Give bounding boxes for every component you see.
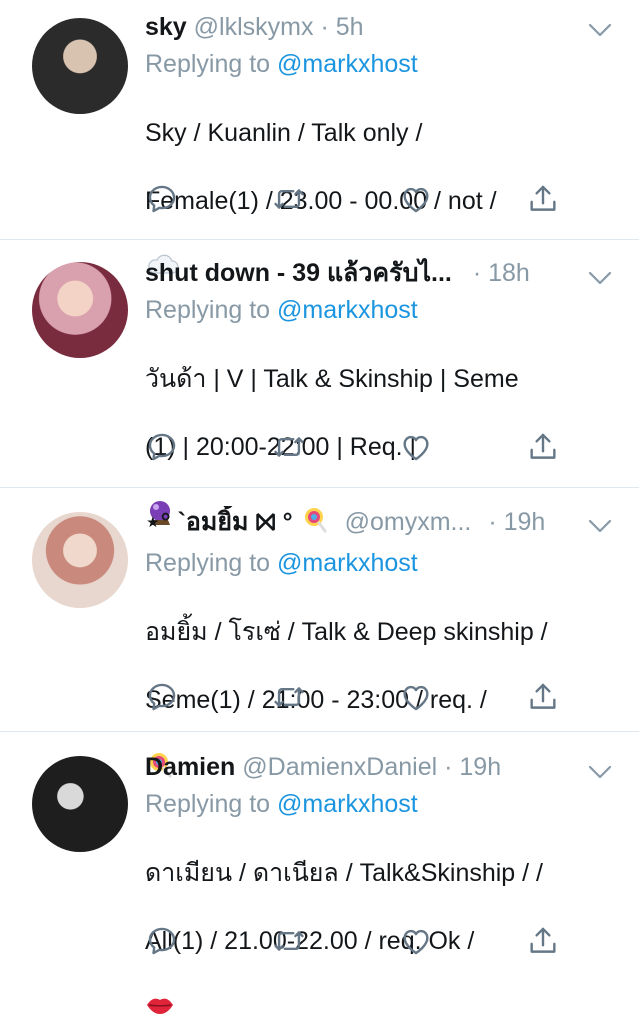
replying-to-label: Replying to xyxy=(145,549,271,577)
replying-to-label: Replying to xyxy=(145,50,271,78)
lollipop-emoji-icon xyxy=(300,506,328,541)
timestamp[interactable]: 19h xyxy=(459,753,501,781)
timestamp[interactable]: 5h xyxy=(336,13,364,41)
tweet-2[interactable]: shut down - 39 แล้วครับไ... · 18h Replyi… xyxy=(0,240,639,525)
retweet-icon[interactable] xyxy=(272,182,312,222)
author-name[interactable]: shut down - 39 แล้วครับไ... xyxy=(145,259,452,287)
share-icon[interactable] xyxy=(526,680,566,720)
author-name[interactable]: sky xyxy=(145,13,187,41)
like-icon[interactable] xyxy=(399,924,439,964)
tweet-text-line-1: อมยิ้ม / โรเซ่ / Talk & Deep skinship / xyxy=(145,618,548,646)
tweet-text-line-1: Sky / Kuanlin / Talk only / xyxy=(145,119,423,147)
author-handle[interactable]: @lklskymx xyxy=(194,13,314,41)
reply-mention-link[interactable]: @markxhost xyxy=(277,50,418,78)
author-name[interactable]: Damien xyxy=(145,753,235,781)
separator-dot: · xyxy=(488,508,497,536)
retweet-icon[interactable] xyxy=(272,924,312,964)
tweet-1[interactable]: sky @lklskymx · 5h Replying to @markxhos… xyxy=(0,0,639,274)
retweet-icon[interactable] xyxy=(272,680,312,720)
avatar[interactable] xyxy=(32,262,128,358)
share-icon[interactable] xyxy=(526,430,566,470)
separator-dot: · xyxy=(472,259,482,287)
avatar[interactable] xyxy=(32,756,128,852)
replying-to-label: Replying to xyxy=(145,790,271,818)
reply-icon[interactable] xyxy=(145,680,185,720)
author-name[interactable]: ⋆° `อมยิ้ม ⨝ ° xyxy=(145,508,293,536)
avatar[interactable] xyxy=(32,18,128,114)
retweet-icon[interactable] xyxy=(272,430,312,470)
reply-icon[interactable] xyxy=(145,924,185,964)
tweet-4[interactable]: Damien @DamienxDaniel · 19h Replying to … xyxy=(0,732,639,1014)
tweet-3[interactable]: ⋆° `อมยิ้ม ⨝ ° @omyxm... · 19h Replying … xyxy=(0,488,639,778)
reply-icon[interactable] xyxy=(145,430,185,470)
author-handle[interactable]: @DamienxDaniel xyxy=(242,753,437,781)
chevron-down-icon[interactable] xyxy=(587,20,613,40)
separator-dot: · xyxy=(320,13,329,41)
separator-dot: · xyxy=(444,753,453,781)
chevron-down-icon[interactable] xyxy=(587,268,613,288)
like-icon[interactable] xyxy=(399,182,439,222)
reply-mention-link[interactable]: @markxhost xyxy=(277,549,418,577)
author-handle[interactable]: @omyxm... xyxy=(345,508,472,536)
avatar[interactable] xyxy=(32,512,128,608)
chevron-down-icon[interactable] xyxy=(587,516,613,536)
timestamp[interactable]: 19h xyxy=(504,508,546,536)
share-icon[interactable] xyxy=(526,182,566,222)
tweet-text-line-1: ดาเมียน / ดาเนียล / Talk&Skinship / / xyxy=(145,859,543,887)
like-icon[interactable] xyxy=(399,430,439,470)
reply-icon[interactable] xyxy=(145,182,185,222)
tweet-text-line-1: วันด้า | V | Talk & Skinship | Seme xyxy=(145,365,519,393)
chevron-down-icon[interactable] xyxy=(587,762,613,782)
reply-mention-link[interactable]: @markxhost xyxy=(277,296,418,324)
share-icon[interactable] xyxy=(526,924,566,964)
kiss-mark-emoji-icon xyxy=(145,958,175,1026)
timeline: sky @lklskymx · 5h Replying to @markxhos… xyxy=(0,0,639,1014)
replying-to-label: Replying to xyxy=(145,296,271,324)
like-icon[interactable] xyxy=(399,680,439,720)
reply-mention-link[interactable]: @markxhost xyxy=(277,790,418,818)
timestamp[interactable]: 18h xyxy=(488,259,530,287)
